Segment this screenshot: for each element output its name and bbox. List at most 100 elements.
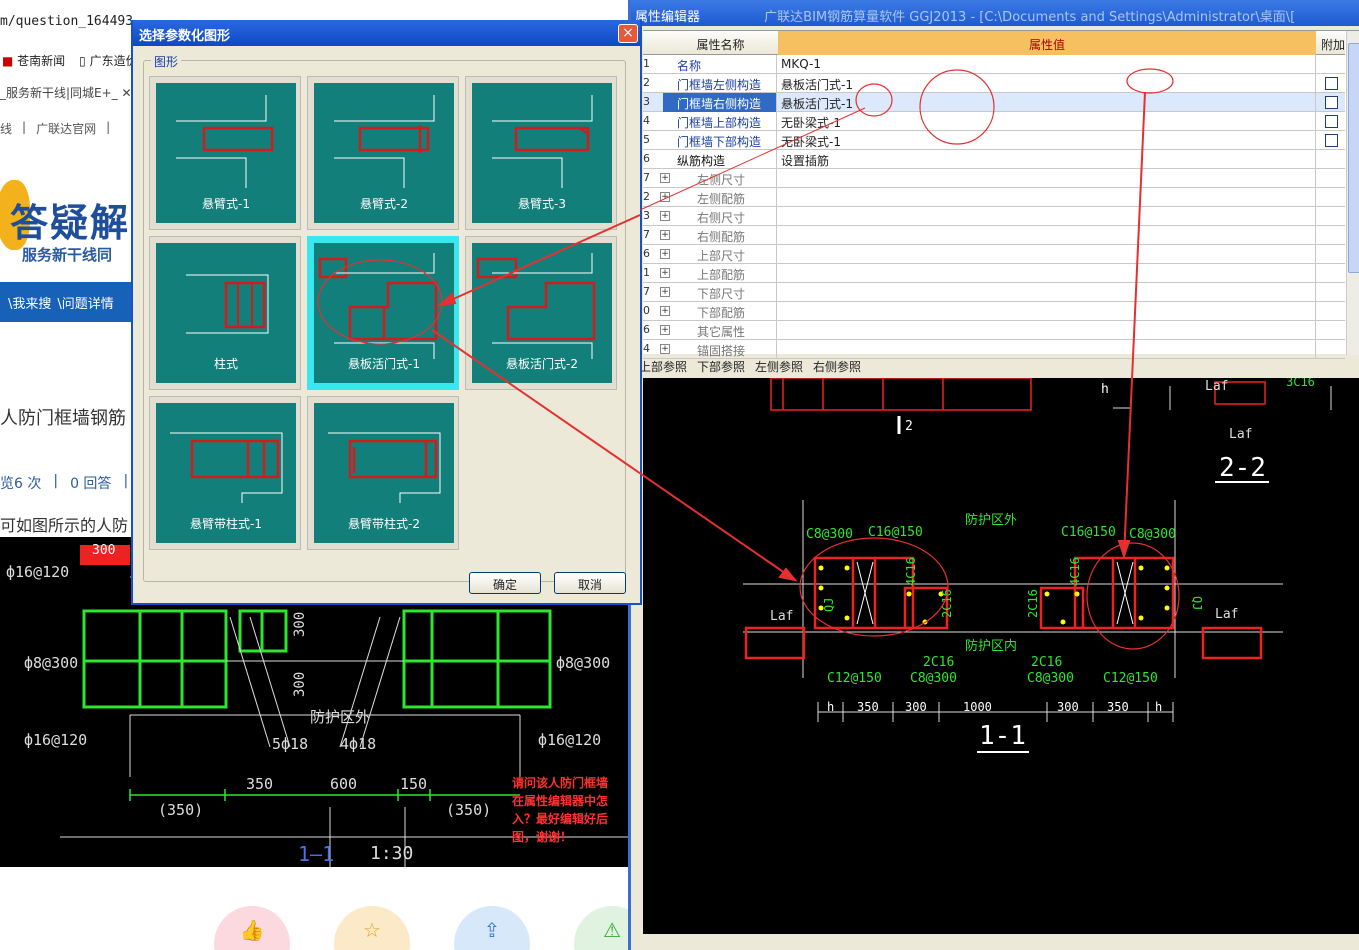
- property-row[interactable]: 7 + 下部尺寸: [643, 283, 1345, 302]
- property-value[interactable]: [778, 321, 1316, 340]
- property-name[interactable]: 上部配筋: [663, 264, 777, 283]
- property-name[interactable]: 其它属性: [663, 321, 777, 340]
- view-count: 览6 次: [0, 476, 42, 492]
- col-header-extra: 附加: [1320, 38, 1345, 52]
- address-bar[interactable]: m/question_164493: [0, 14, 133, 29]
- shape-tile[interactable]: 悬臂带柱式-1: [149, 396, 301, 550]
- shape-caption: 悬板活门式-1: [348, 357, 420, 371]
- property-value[interactable]: [778, 188, 1316, 207]
- property-row[interactable]: 3 门框墙右侧构造 悬板活门式-1: [643, 93, 1345, 112]
- property-row[interactable]: 2 门框墙左侧构造 悬板活门式-1: [643, 74, 1345, 93]
- property-value[interactable]: [778, 226, 1316, 245]
- shape-tile[interactable]: 悬臂式-2: [307, 76, 459, 230]
- property-name[interactable]: 右侧配筋: [663, 226, 777, 245]
- property-row[interactable]: 7 + 左侧尺寸: [643, 169, 1345, 188]
- property-name[interactable]: 纵筋构造: [663, 150, 777, 169]
- property-value[interactable]: 悬板活门式-1: [778, 74, 1316, 93]
- cad-label: 350: [246, 775, 273, 793]
- property-value[interactable]: [778, 207, 1316, 226]
- property-value[interactable]: [778, 264, 1316, 283]
- property-row[interactable]: 1 名称 MKQ-1: [643, 55, 1345, 74]
- question-stats: 览6 次 | 0 回答 |: [0, 473, 129, 493]
- property-row[interactable]: 3 + 右侧尺寸: [643, 207, 1345, 226]
- property-value[interactable]: [778, 340, 1316, 359]
- property-row[interactable]: 1 + 上部配筋: [643, 264, 1345, 283]
- property-grid: 属性名称 属性值 附加 1 名称 MKQ-1 2 门框墙左侧构造 悬板活门式-1 3 门框墙右…: [643, 30, 1359, 359]
- nav-link[interactable]: 线: [0, 120, 12, 137]
- property-name[interactable]: 门框墙左侧构造: [663, 74, 777, 93]
- property-name[interactable]: 门框墙下部构造: [663, 131, 777, 150]
- property-value[interactable]: 悬板活门式-1: [778, 93, 1316, 112]
- favorite-button[interactable]: ☆: [334, 906, 410, 950]
- share-button[interactable]: ⇪: [454, 906, 530, 950]
- extra-checkbox[interactable]: [1325, 77, 1338, 90]
- property-row[interactable]: 6 + 上部尺寸: [643, 245, 1345, 264]
- property-name[interactable]: 右侧尺寸: [663, 207, 777, 226]
- ok-button[interactable]: 确定: [469, 572, 541, 594]
- property-name[interactable]: 左侧尺寸: [663, 169, 777, 188]
- extra-checkbox[interactable]: [1325, 96, 1338, 109]
- cad-label: ф8@300: [24, 654, 78, 672]
- cancel-button[interactable]: 取消: [554, 572, 626, 594]
- row-index: 3: [643, 209, 650, 222]
- extra-checkbox[interactable]: [1325, 115, 1338, 128]
- shape-tile[interactable]: 柱式: [149, 236, 301, 390]
- extra-checkbox[interactable]: [1325, 134, 1338, 147]
- property-name[interactable]: 左侧配筋: [663, 188, 777, 207]
- bookmark-item[interactable]: ▯ 广东造价: [79, 52, 137, 69]
- property-value[interactable]: 无卧梁式-1: [778, 131, 1316, 150]
- cad-label: 300: [292, 612, 308, 637]
- scroll-thumb[interactable]: [1348, 43, 1359, 273]
- cad-label: 300: [92, 543, 115, 558]
- shape-tile[interactable]: 悬臂式-1: [149, 76, 301, 230]
- row-index: 5: [643, 133, 650, 146]
- property-value[interactable]: 设置插筋: [778, 150, 1316, 169]
- shape-caption: 悬臂带柱式-2: [348, 517, 420, 531]
- property-name[interactable]: 上部尺寸: [663, 245, 777, 264]
- property-row[interactable]: 0 + 下部配筋: [643, 302, 1345, 321]
- property-row[interactable]: 2 + 左侧配筋: [643, 188, 1345, 207]
- bookmark-item[interactable]: ■ 苍南新闻: [2, 52, 65, 69]
- shape-tile[interactable]: 悬板活门式-2: [465, 236, 617, 390]
- window-titlebar[interactable]: 属性编辑器 广联达BIM钢筋算量软件 GGJ2013 - [C:\Documen…: [631, 0, 1359, 26]
- shape-tile[interactable]: 悬臂带柱式-2: [307, 396, 459, 550]
- property-name[interactable]: 下部尺寸: [663, 283, 777, 302]
- property-row[interactable]: 7 + 右侧配筋: [643, 226, 1345, 245]
- tab-top-ref[interactable]: 上部参照: [639, 358, 687, 375]
- property-row[interactable]: 5 门框墙下部构造 无卧梁式-1: [643, 131, 1345, 150]
- tab-right-ref[interactable]: 右侧参照: [813, 358, 861, 375]
- dialog-title[interactable]: 选择参数化图形: [133, 20, 640, 46]
- dim-label: 350: [1107, 700, 1129, 714]
- property-row[interactable]: 6 + 其它属性: [643, 321, 1345, 340]
- nav-search-link[interactable]: \我来搜: [8, 293, 51, 312]
- like-button[interactable]: 👍: [214, 906, 290, 950]
- property-value[interactable]: MKQ-1: [778, 55, 1316, 74]
- property-name[interactable]: 门框墙右侧构造: [663, 93, 777, 112]
- row-index: 0: [643, 304, 650, 317]
- answer-count[interactable]: 0 回答: [70, 473, 111, 493]
- property-value[interactable]: [778, 302, 1316, 321]
- property-value[interactable]: [778, 283, 1316, 302]
- shape-tile[interactable]: 悬臂式-3: [465, 76, 617, 230]
- shape-tile[interactable]: 悬板活门式-1: [307, 236, 459, 390]
- property-value[interactable]: 无卧梁式-1: [778, 112, 1316, 131]
- tab-left-ref[interactable]: 左侧参照: [755, 358, 803, 375]
- vertical-scrollbar[interactable]: [1346, 31, 1359, 355]
- tab-bottom-ref[interactable]: 下部参照: [697, 358, 745, 375]
- property-name[interactable]: 门框墙上部构造: [663, 112, 777, 131]
- property-row[interactable]: 4 + 锚固搭接: [643, 340, 1345, 359]
- browser-tab[interactable]: _服务新干线|同城E+_ ✕: [0, 84, 132, 101]
- close-icon[interactable]: ×: [618, 24, 638, 43]
- property-value[interactable]: [778, 169, 1316, 188]
- nav-detail-link[interactable]: \问题详情: [57, 293, 113, 312]
- property-name[interactable]: 名称: [663, 55, 777, 74]
- property-name[interactable]: 下部配筋: [663, 302, 777, 321]
- app-title: 广联达BIM钢筋算量软件 GGJ2013 - [C:\Documents and…: [764, 10, 1296, 25]
- cad-label: 2C16: [1026, 589, 1040, 618]
- property-row[interactable]: 6 纵筋构造 设置插筋: [643, 150, 1345, 169]
- property-name[interactable]: 锚固搭接: [663, 340, 777, 359]
- nav-link[interactable]: 广联达官网: [36, 120, 96, 137]
- property-row[interactable]: 4 门框墙上部构造 无卧梁式-1: [643, 112, 1345, 131]
- property-value[interactable]: [778, 245, 1316, 264]
- cad-label: 2C16: [1031, 655, 1062, 670]
